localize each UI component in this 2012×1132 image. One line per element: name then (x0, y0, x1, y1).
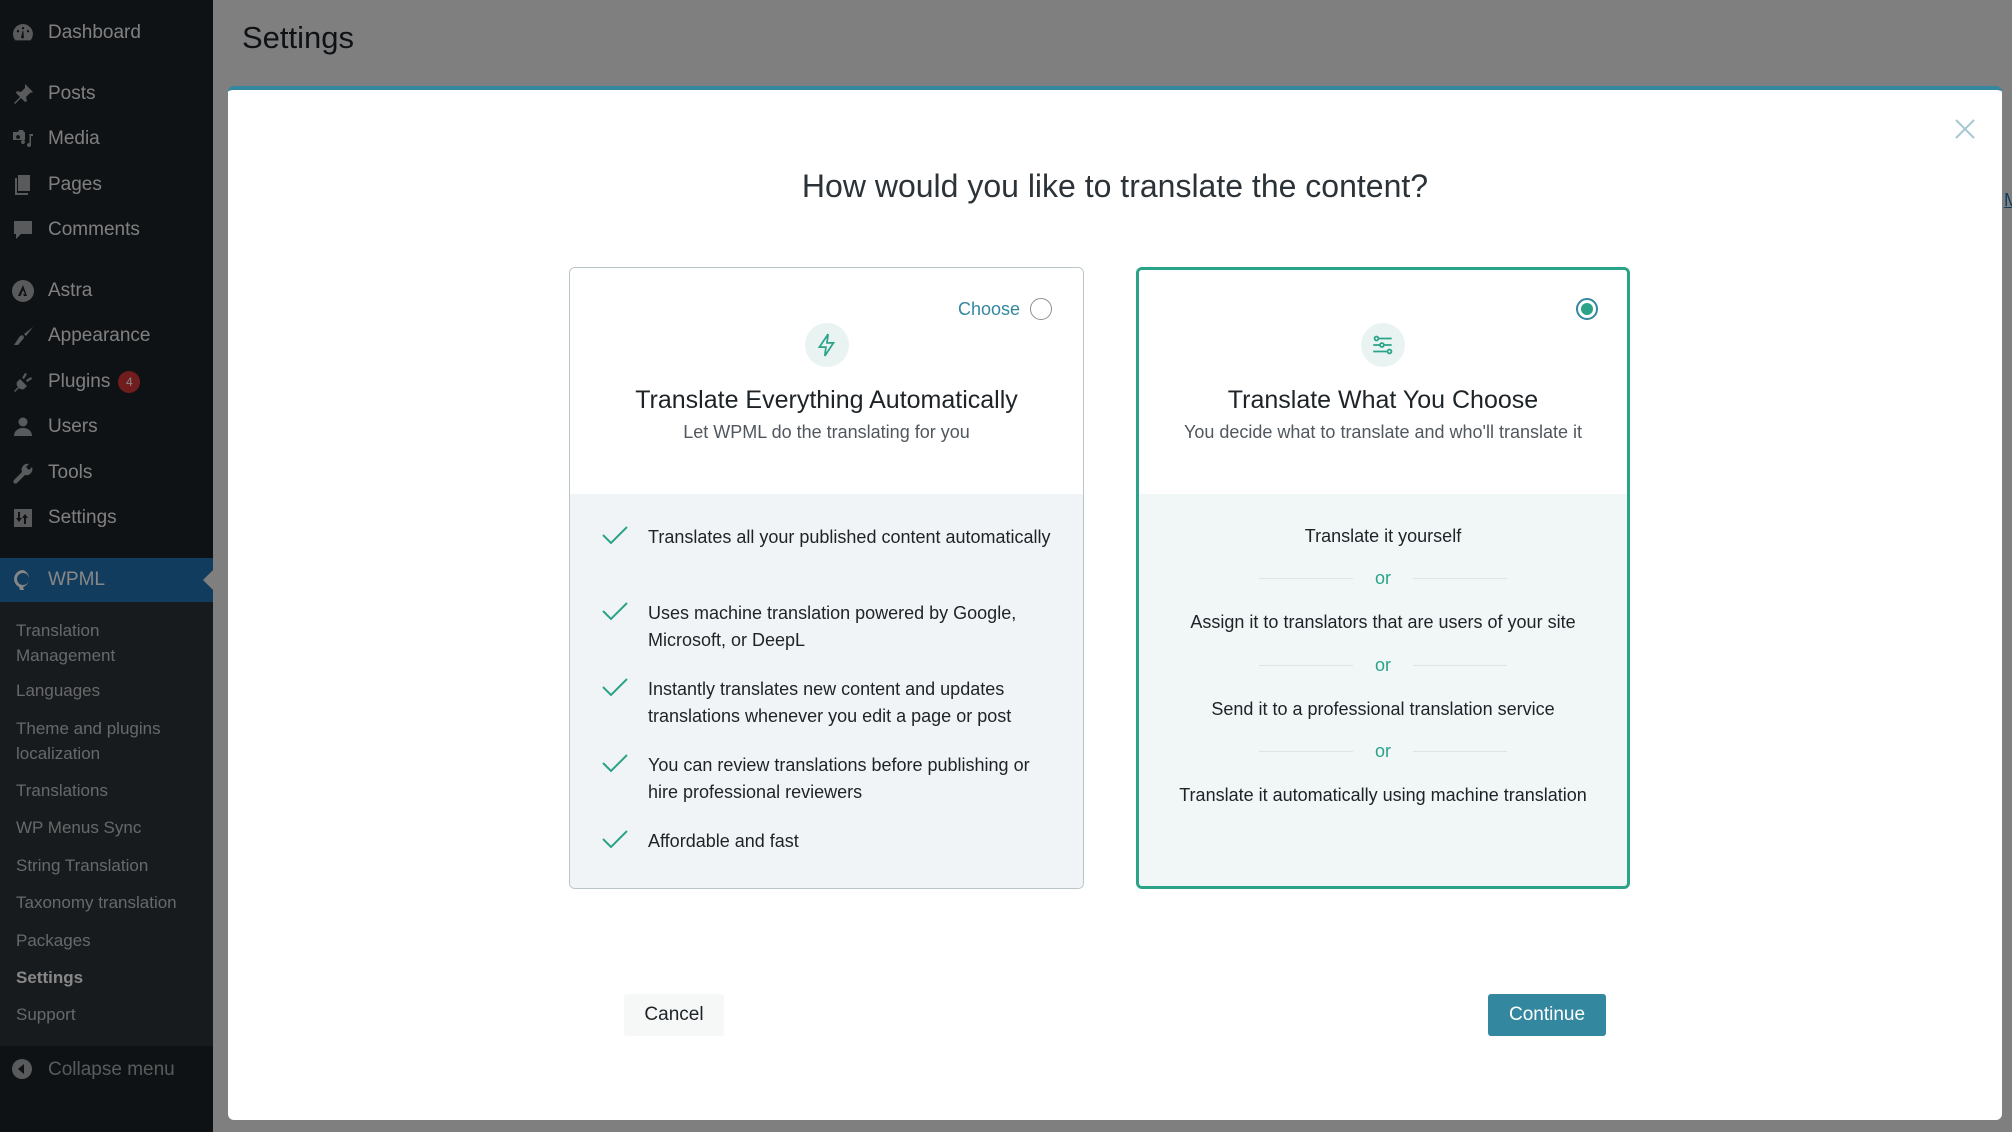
check-icon (602, 524, 628, 550)
dialog-title: How would you like to translate the cont… (801, 168, 1429, 204)
option-item: Assign it to translators that are users … (1190, 612, 1576, 632)
option-item: Translate it yourself (1304, 526, 1462, 546)
check-icon (602, 828, 628, 854)
feature-item: Instantly translates new content and upd… (602, 676, 1052, 730)
close-button[interactable] (1952, 116, 1978, 142)
or-separator: or (1139, 655, 1627, 676)
option-card-automatic[interactable]: Choose Translate Everything Automaticall… (569, 267, 1084, 889)
lightning-icon (804, 323, 849, 367)
cancel-button[interactable]: Cancel (624, 994, 724, 1036)
card-title: Translate What You Choose (1227, 386, 1539, 414)
feature-item: You can review translations before publi… (602, 752, 1052, 806)
feature-list: Translates all your published content au… (570, 494, 1083, 888)
option-item: Translate it automatically using machine… (1179, 785, 1587, 805)
feature-text: Translates all your published content au… (648, 527, 1051, 547)
check-icon (602, 676, 628, 702)
choose-radio-manual[interactable] (1566, 298, 1598, 320)
check-icon (602, 600, 628, 626)
option-list: Translate it yourself or Assign it to tr… (1139, 494, 1627, 886)
card-header: Choose Translate Everything Automaticall… (570, 268, 1083, 494)
radio-unchecked[interactable] (1030, 298, 1052, 320)
close-icon (1955, 119, 1975, 139)
choose-label: Choose (957, 298, 1020, 319)
feature-text: Uses machine translation powered by Goog… (648, 603, 1017, 650)
feature-item: Uses machine translation powered by Goog… (602, 600, 1052, 654)
card-header: Translate What You Choose You decide wha… (1139, 270, 1627, 496)
feature-text: Affordable and fast (648, 831, 799, 851)
feature-text: Instantly translates new content and upd… (648, 679, 1012, 726)
card-subtitle: Let WPML do the translating for you (683, 422, 970, 442)
or-separator: or (1139, 568, 1627, 589)
feature-text: You can review translations before publi… (648, 755, 1030, 802)
translation-mode-dialog: How would you like to translate the cont… (228, 86, 2002, 1120)
feature-item: Translates all your published content au… (602, 524, 1052, 551)
continue-button[interactable]: Continue (1488, 994, 1606, 1036)
sliders-icon (1361, 323, 1405, 367)
option-item: Send it to a professional translation se… (1211, 699, 1555, 719)
or-separator: or (1139, 741, 1627, 762)
feature-item: Affordable and fast (602, 828, 1052, 855)
card-title: Translate Everything Automatically (635, 386, 1018, 414)
card-subtitle: You decide what to translate and who'll … (1183, 422, 1583, 442)
check-icon (602, 752, 628, 778)
choose-radio-automatic[interactable]: Choose (958, 298, 1052, 320)
sidebar-overlay (0, 0, 213, 1132)
radio-checked[interactable] (1576, 298, 1598, 320)
option-card-manual[interactable]: Translate What You Choose You decide wha… (1136, 267, 1630, 889)
